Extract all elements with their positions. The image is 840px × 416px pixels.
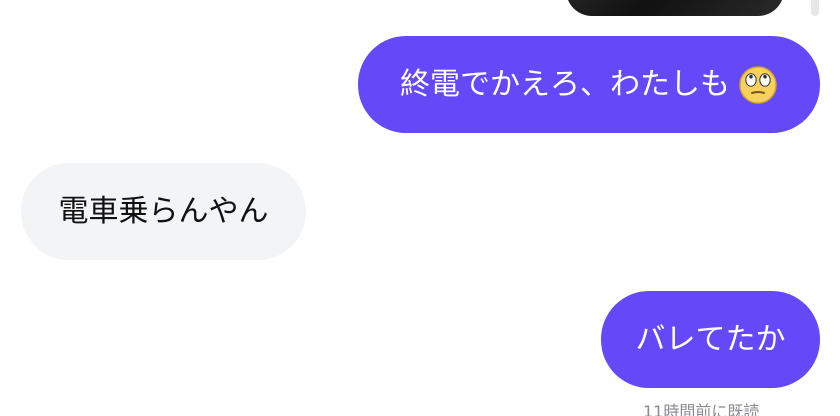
message-text: 終電でかえろ、わたしも — [400, 66, 730, 102]
message-text: バレてたか — [635, 321, 786, 357]
chat-screen: 終電でかえろ、わたしも 電車乗らんやん バレてたか 11時間前に既読 — [0, 0, 840, 416]
read-receipt: 11時間前に既読 — [643, 402, 760, 416]
outgoing-message-bubble[interactable]: バレてたか — [601, 291, 820, 388]
message-text: 電車乗らんやん — [58, 193, 269, 229]
shared-photo-thumbnail[interactable] — [566, 0, 784, 16]
face-with-rolling-eyes-icon — [738, 65, 778, 105]
incoming-message-bubble[interactable]: 電車乗らんやん — [21, 163, 306, 260]
outgoing-message-bubble[interactable]: 終電でかえろ、わたしも — [358, 36, 820, 133]
scroll-indicator[interactable] — [811, 0, 819, 16]
